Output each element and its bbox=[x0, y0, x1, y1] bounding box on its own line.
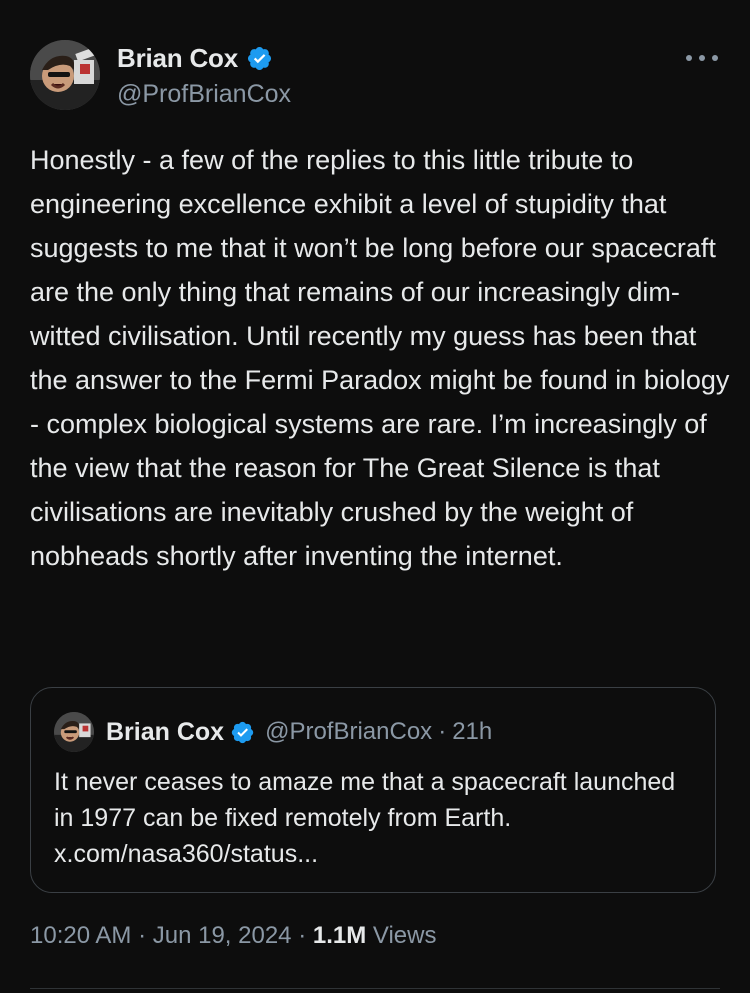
display-name-row: Brian Cox bbox=[117, 42, 291, 74]
views-label: Views bbox=[366, 922, 437, 949]
verified-badge-icon[interactable] bbox=[246, 45, 273, 72]
avatar-image bbox=[30, 40, 100, 110]
tweet-text: Honestly - a few of the replies to this … bbox=[30, 145, 737, 571]
views-count: 1.1M bbox=[312, 922, 367, 949]
meta-separator: · bbox=[131, 922, 153, 949]
author-names: Brian Cox @ProfBrianCox bbox=[117, 42, 291, 109]
author-display-name[interactable]: Brian Cox bbox=[117, 43, 238, 74]
quoted-separator: · bbox=[438, 718, 447, 745]
tweet-meta: 10:20 AM · Jun 19, 2024 · 1.1M Views bbox=[30, 922, 436, 950]
tweet-time[interactable]: 10:20 AM bbox=[30, 922, 131, 949]
quoted-tweet-header: Brian Cox @ProfBrianCox · 21h bbox=[54, 712, 492, 752]
avatar-image bbox=[54, 712, 94, 752]
tweet-detail: Brian Cox @ProfBrianCox Honestly - a few… bbox=[0, 0, 750, 993]
tweet-header: Brian Cox @ProfBrianCox bbox=[30, 40, 720, 112]
more-dot bbox=[686, 55, 692, 61]
quoted-author-display-name: Brian Cox bbox=[106, 717, 225, 746]
quoted-tweet[interactable]: Brian Cox @ProfBrianCox · 21h It never c… bbox=[30, 687, 716, 893]
quoted-author-avatar bbox=[54, 712, 94, 752]
divider bbox=[30, 988, 720, 989]
author-handle[interactable]: @ProfBrianCox bbox=[117, 80, 291, 109]
quoted-author-handle: @ProfBrianCox bbox=[265, 718, 433, 745]
quoted-tweet-text: It never ceases to amaze me that a space… bbox=[54, 768, 676, 868]
tweet-date[interactable]: Jun 19, 2024 bbox=[153, 922, 292, 949]
more-dot bbox=[699, 55, 705, 61]
author-avatar[interactable] bbox=[30, 40, 100, 110]
meta-separator: · bbox=[291, 922, 313, 949]
verified-badge-icon bbox=[230, 720, 255, 745]
more-dot bbox=[712, 55, 718, 61]
more-options-icon[interactable] bbox=[686, 48, 718, 68]
quoted-timestamp: 21h bbox=[452, 718, 493, 745]
